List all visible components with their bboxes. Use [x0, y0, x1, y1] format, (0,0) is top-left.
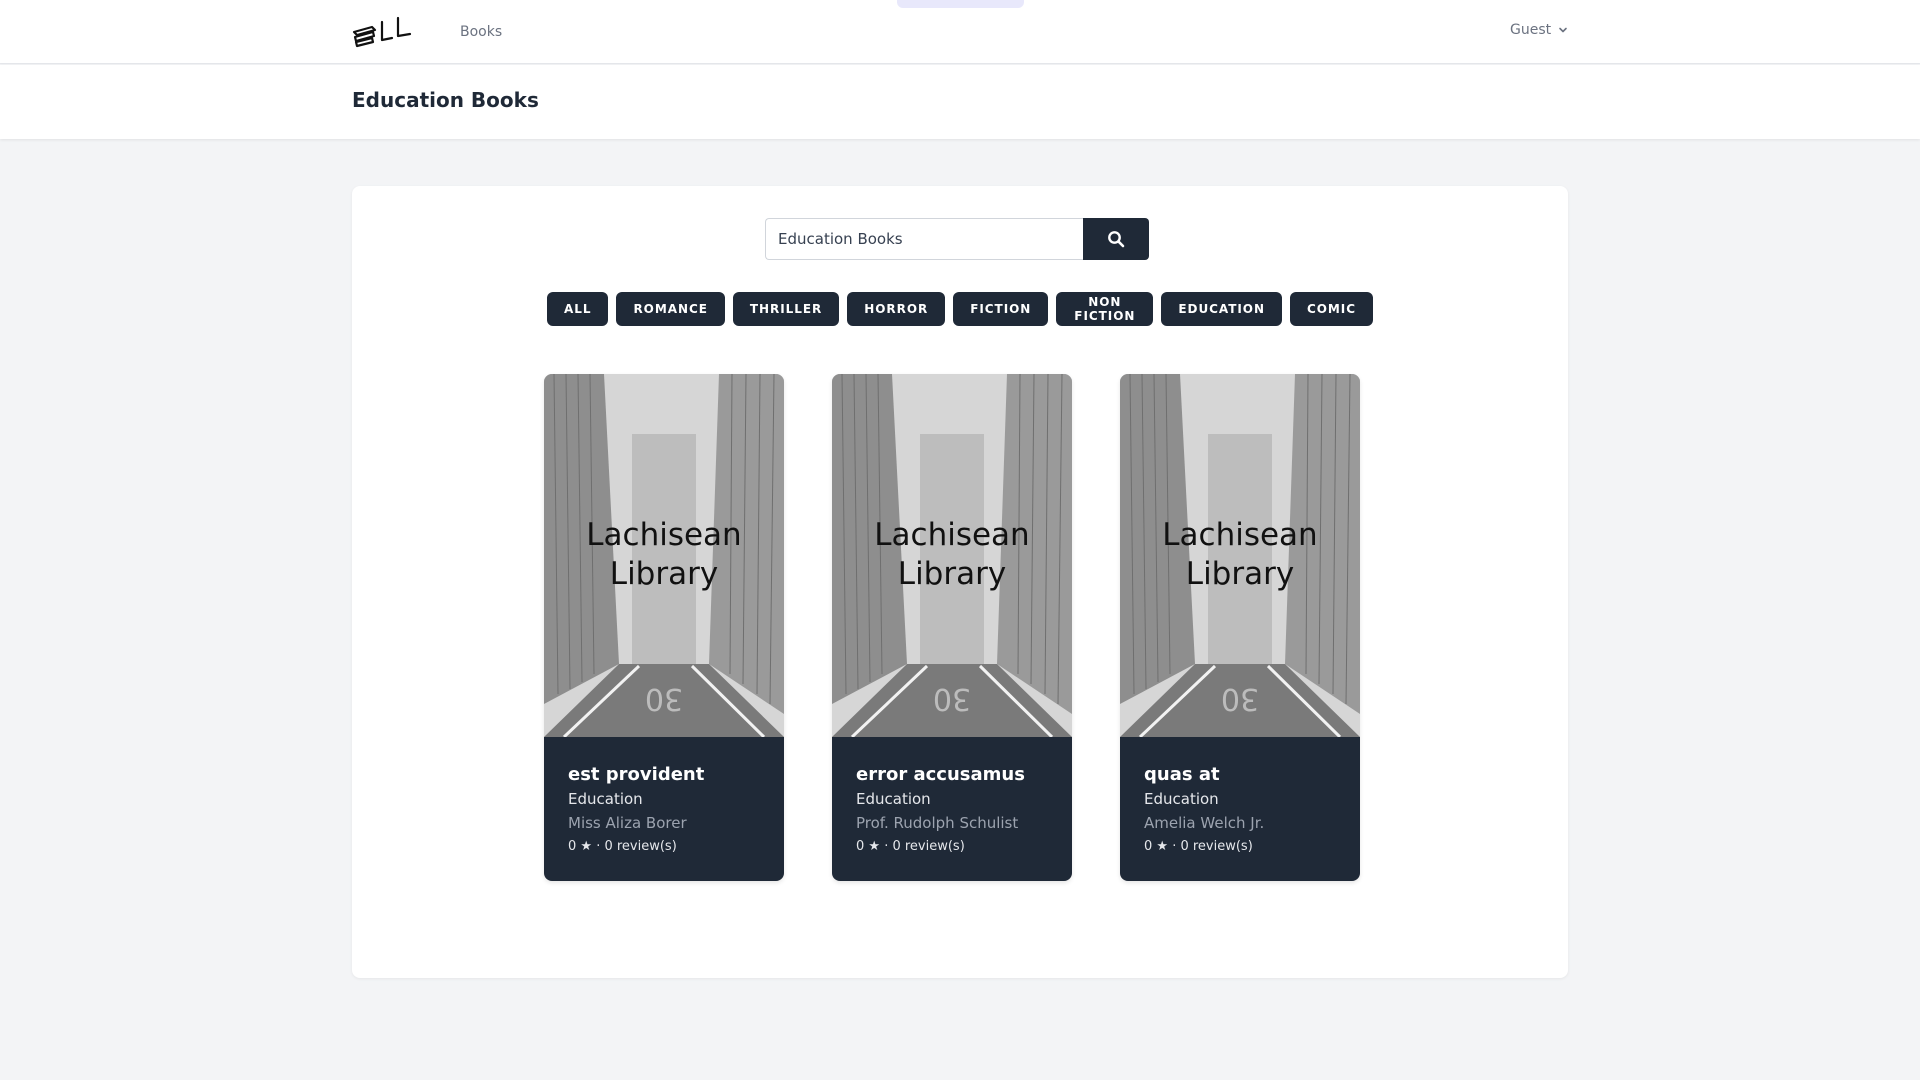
book-author: Prof. Rudolph Schulist — [856, 814, 1019, 832]
book-author: Miss Aliza Borer — [568, 814, 687, 832]
book-rating: 0 ★ · 0 review(s) — [568, 839, 677, 854]
user-dropdown[interactable]: Guest — [1510, 22, 1569, 38]
page-title: Education Books — [352, 88, 539, 112]
book-title: est provident — [568, 764, 705, 785]
nav-books-link[interactable]: Books — [460, 24, 502, 40]
book-list: 30 Lachisean Library est provident Educa… — [544, 374, 1360, 881]
books-panel: ALL ROMANCE THRILLER HORROR FICTION NON … — [352, 186, 1568, 978]
cover-title-line1: Lachisean — [874, 517, 1030, 553]
cover-title: Lachisean Library — [1120, 516, 1360, 594]
book-category: Education — [856, 790, 931, 808]
book-rating: 0 ★ · 0 review(s) — [856, 839, 965, 854]
search-bar — [765, 218, 1149, 260]
book-cover-image: 30 Lachisean Library — [544, 374, 784, 737]
top-navbar: Books Guest — [0, 0, 1920, 64]
cover-title-line2: Library — [1185, 556, 1295, 592]
filter-comic-button[interactable]: COMIC — [1289, 292, 1373, 326]
cover-title-line2: Library — [897, 556, 1007, 592]
books-logo-icon — [352, 16, 412, 48]
book-title: quas at — [1144, 764, 1220, 785]
filter-romance-button[interactable]: ROMANCE — [616, 292, 725, 326]
book-author: Amelia Welch Jr. — [1144, 814, 1265, 832]
cover-title-line2: Library — [609, 556, 719, 592]
filter-horror-button[interactable]: HORROR — [847, 292, 946, 326]
filter-education-button[interactable]: EDUCATION — [1161, 292, 1282, 326]
filter-thriller-button[interactable]: THRILLER — [732, 292, 840, 326]
book-card[interactable]: 30 Lachisean Library quas at Education A… — [1120, 374, 1360, 881]
book-cover-image: 30 Lachisean Library — [1120, 374, 1360, 737]
svg-text:30: 30 — [933, 681, 971, 716]
filter-all-button[interactable]: ALL — [547, 292, 609, 326]
page-header: Education Books — [0, 65, 1920, 139]
category-filters: ALL ROMANCE THRILLER HORROR FICTION NON … — [547, 292, 1373, 326]
search-icon — [1108, 231, 1125, 248]
filter-non-fiction-button[interactable]: NON FICTION — [1056, 292, 1154, 326]
book-info: est provident Education Miss Aliza Borer… — [544, 737, 784, 859]
svg-text:30: 30 — [1221, 681, 1259, 716]
user-name: Guest — [1510, 22, 1552, 38]
book-title: error accusamus — [856, 764, 1025, 785]
svg-text:30: 30 — [645, 681, 683, 716]
top-edge-tab — [897, 0, 1024, 8]
cover-title: Lachisean Library — [544, 516, 784, 594]
book-cover-image: 30 Lachisean Library — [832, 374, 1072, 737]
filter-fiction-button[interactable]: FICTION — [953, 292, 1049, 326]
book-rating: 0 ★ · 0 review(s) — [1144, 839, 1253, 854]
search-button[interactable] — [1083, 218, 1149, 260]
logo[interactable] — [352, 14, 418, 50]
book-info: error accusamus Education Prof. Rudolph … — [832, 737, 1072, 859]
book-category: Education — [568, 790, 643, 808]
book-info: quas at Education Amelia Welch Jr. 0 ★ ·… — [1120, 737, 1360, 859]
cover-title-line1: Lachisean — [1162, 517, 1318, 553]
book-card[interactable]: 30 Lachisean Library est provident Educa… — [544, 374, 784, 881]
cover-title: Lachisean Library — [832, 516, 1072, 594]
cover-title-line1: Lachisean — [586, 517, 742, 553]
book-category: Education — [1144, 790, 1219, 808]
book-card[interactable]: 30 Lachisean Library error accusamus Edu… — [832, 374, 1072, 881]
search-input[interactable] — [765, 218, 1083, 260]
chevron-down-icon — [1559, 27, 1567, 33]
